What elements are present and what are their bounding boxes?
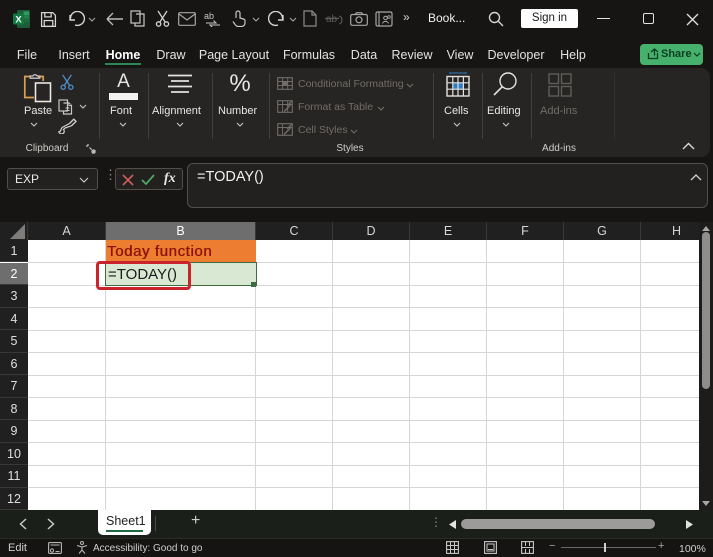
svg-text:ab: ab — [326, 14, 338, 25]
svg-text:X: X — [15, 14, 22, 25]
svg-text:ab: ab — [204, 11, 214, 21]
